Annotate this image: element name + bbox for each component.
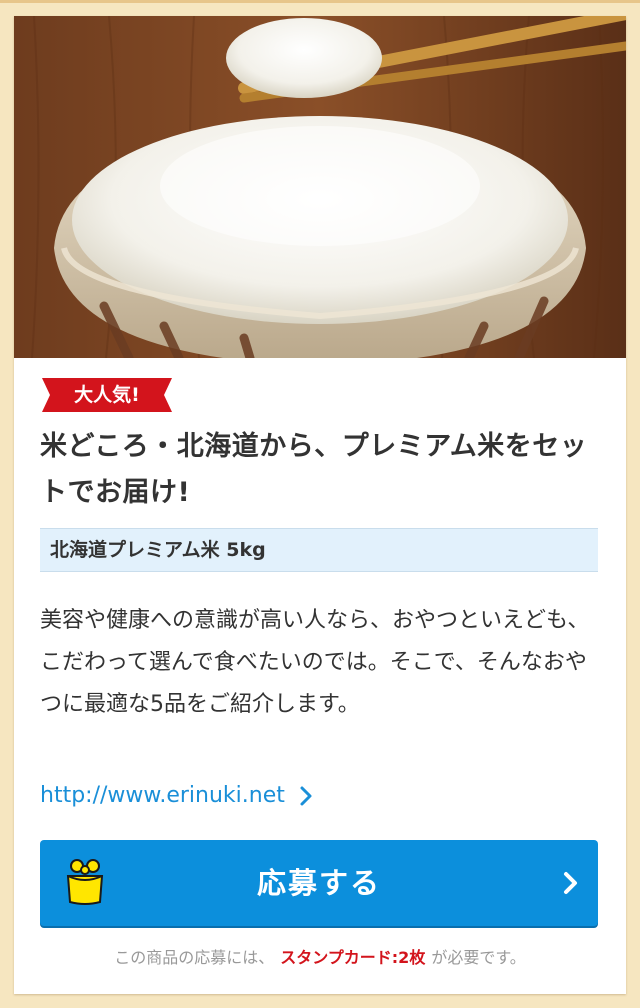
chevron-right-icon: [300, 786, 312, 806]
popular-badge: 大人気!: [42, 378, 172, 412]
note-prefix: この商品の応募には、: [114, 948, 275, 967]
external-link[interactable]: http://www.erinuki.net: [40, 774, 313, 818]
stamp-requirement-note: この商品の応募には、 スタンプカード:2枚 が必要です。: [14, 942, 626, 974]
apply-button[interactable]: 応募する: [40, 840, 598, 926]
product-title: 米どころ・北海道から、プレミアム米をセットでお届け!: [40, 431, 588, 508]
note-suffix: が必要です。: [431, 948, 526, 967]
product-description: 美容や健康への意識が高い人なら、おやつといえども、こだわって選んで食べたいのでは…: [40, 608, 590, 717]
top-border: [0, 0, 640, 3]
stamp-card-requirement: スタンプカード:2枚: [280, 948, 426, 967]
product-photo: [14, 16, 626, 358]
product-card: 大人気! 米どころ・北海道から、プレミアム米をセットでお届け! 北海道プレミアム…: [14, 16, 626, 994]
chevron-right-icon: [564, 872, 577, 894]
spec-label: 北海道プレミアム米 5kg: [50, 539, 266, 561]
apply-button-label: 応募する: [256, 866, 381, 900]
badge-label: 大人気!: [74, 384, 140, 406]
link-label: http://www.erinuki.net: [40, 783, 285, 808]
spec-box: 北海道プレミアム米 5kg: [40, 528, 598, 572]
rice-bowl-photo: [14, 16, 626, 358]
